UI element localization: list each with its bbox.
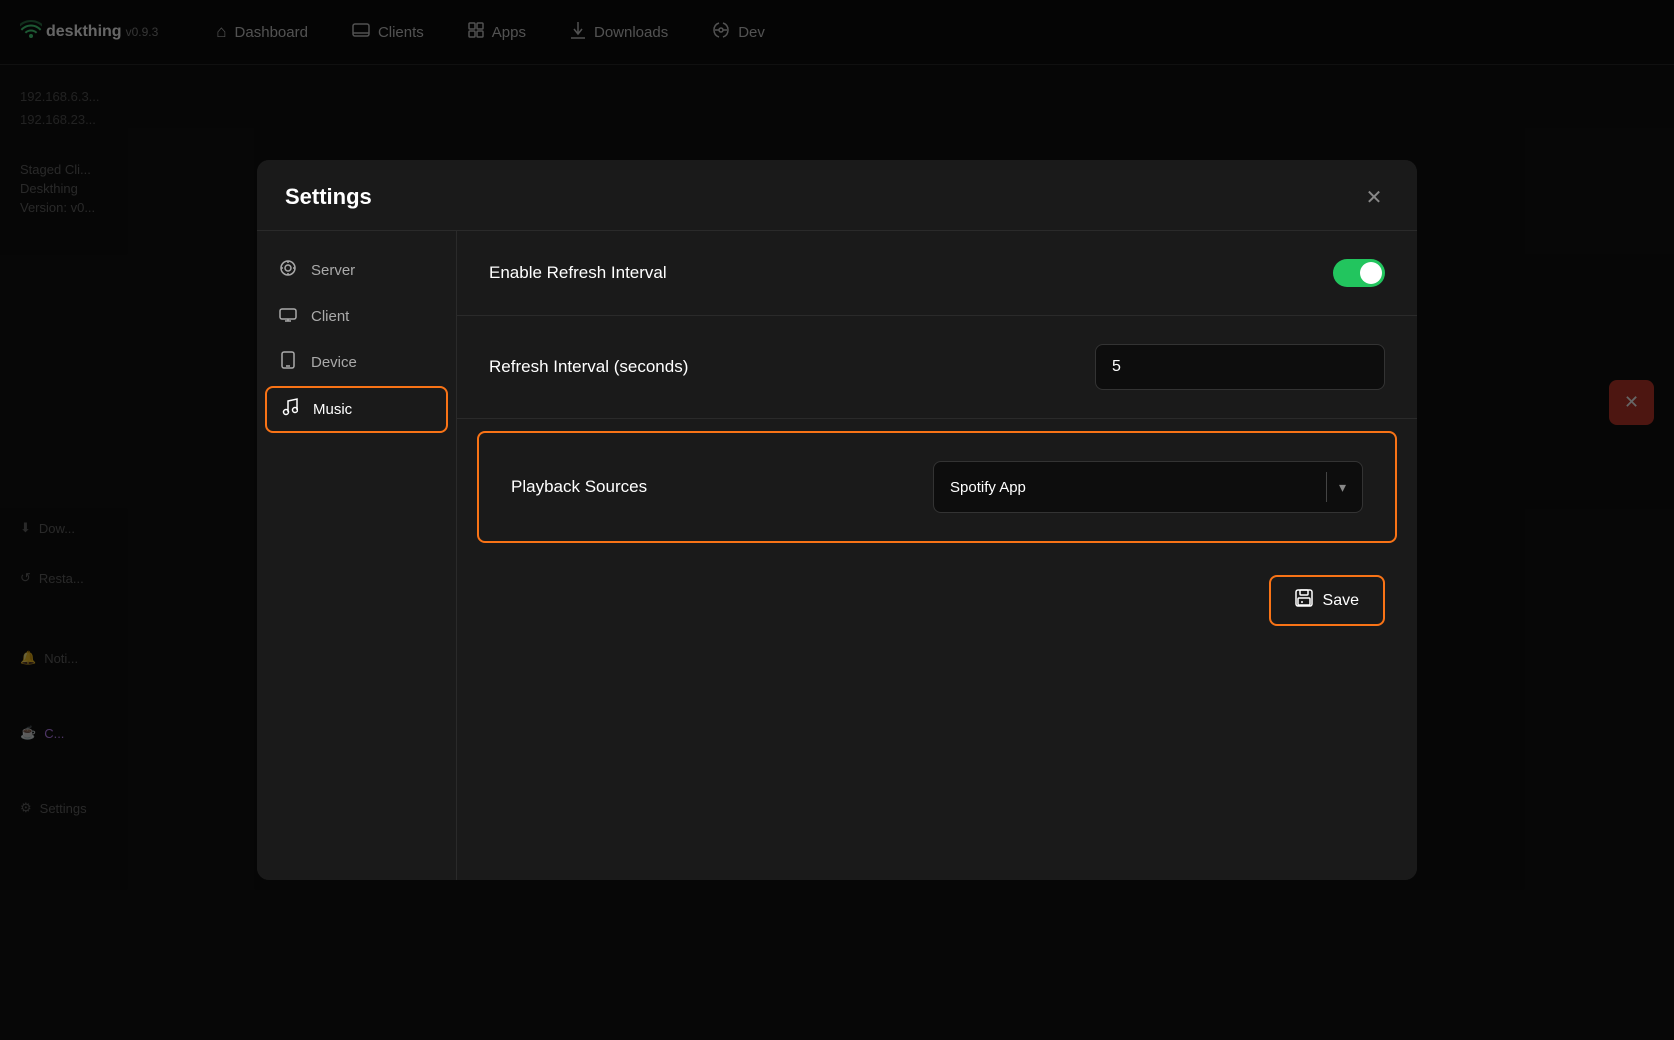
playback-sources-select[interactable]: Spotify App ▾: [933, 461, 1363, 513]
modal-title: Settings: [285, 184, 372, 210]
save-area: Save: [457, 555, 1417, 646]
enable-refresh-label: Enable Refresh Interval: [489, 263, 667, 283]
modal-overlay: Settings ✕ Server: [0, 0, 1674, 1040]
close-icon: ✕: [1366, 185, 1383, 210]
select-divider: [1326, 472, 1327, 502]
toggle-knob: [1360, 262, 1382, 284]
sidebar-item-music[interactable]: Music: [265, 386, 448, 433]
device-icon: [277, 351, 299, 374]
settings-modal: Settings ✕ Server: [257, 160, 1417, 880]
save-button[interactable]: Save: [1269, 575, 1385, 626]
enable-refresh-toggle[interactable]: [1333, 259, 1385, 287]
refresh-interval-label: Refresh Interval (seconds): [489, 357, 688, 377]
sidebar-device-label: Device: [311, 354, 357, 371]
toggle-container: [1333, 259, 1385, 287]
refresh-interval-section: Refresh Interval (seconds): [457, 316, 1417, 419]
modal-body: Server Client: [257, 231, 1417, 880]
client-icon: [277, 306, 299, 327]
settings-sidebar: Server Client: [257, 231, 457, 880]
refresh-interval-input[interactable]: [1095, 344, 1385, 390]
playback-sources-section: Playback Sources Spotify App ▾: [477, 431, 1397, 543]
playback-sources-label: Playback Sources: [511, 477, 647, 497]
sidebar-item-device[interactable]: Device: [257, 339, 456, 386]
sidebar-item-server[interactable]: Server: [257, 247, 456, 294]
save-button-label: Save: [1323, 592, 1359, 610]
modal-close-button[interactable]: ✕: [1359, 182, 1389, 212]
server-icon: [277, 259, 299, 282]
sidebar-item-client[interactable]: Client: [257, 294, 456, 339]
sidebar-client-label: Client: [311, 308, 349, 325]
chevron-down-icon: ▾: [1339, 479, 1346, 496]
settings-content: Enable Refresh Interval Refresh Interval…: [457, 231, 1417, 880]
enable-refresh-section: Enable Refresh Interval: [457, 231, 1417, 316]
modal-header: Settings ✕: [257, 160, 1417, 231]
playback-sources-value: Spotify App: [950, 479, 1314, 496]
music-icon: [279, 398, 301, 421]
sidebar-music-label: Music: [313, 401, 352, 418]
save-icon: [1295, 589, 1313, 612]
sidebar-server-label: Server: [311, 262, 355, 279]
